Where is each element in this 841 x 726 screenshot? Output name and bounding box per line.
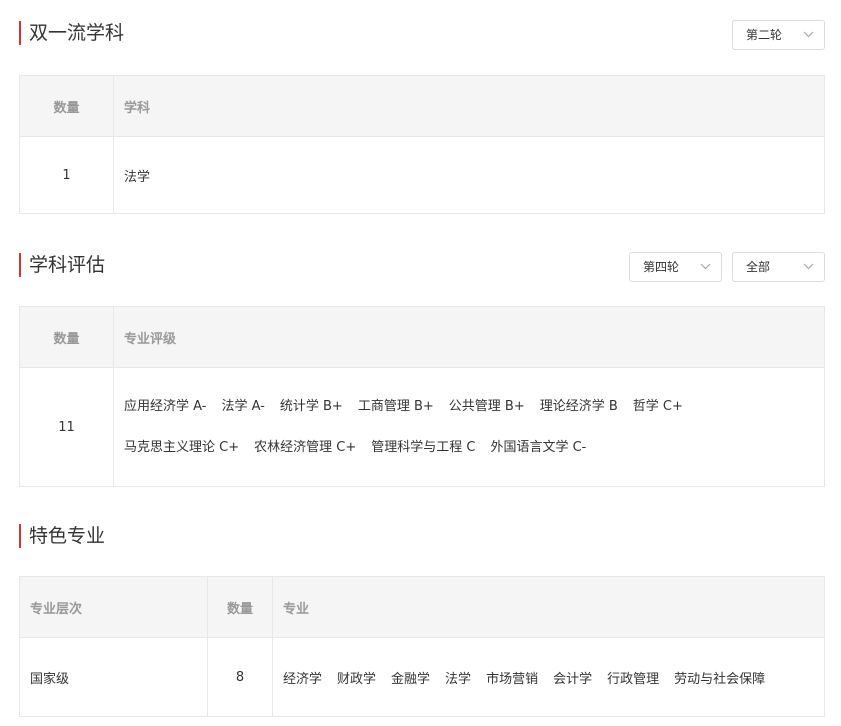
grades-line-2: 马克思主义理论 C+ 农林经济管理 C+ 管理科学与工程 C 外国语言文学 C- xyxy=(124,427,824,468)
grade-tag: 理论经济学 B xyxy=(539,399,618,414)
major-tag: 劳动与社会保障 xyxy=(674,671,766,687)
section-header: 双一流学科 第二轮 xyxy=(19,20,825,50)
round-select-value: 第四轮 xyxy=(643,260,680,274)
section-header: 特色专业 xyxy=(19,523,825,553)
chevron-down-icon xyxy=(803,263,814,270)
grades-cell: 应用经济学 A- 法学 A- 统计学 B+ 工商管理 B+ 公共管理 B+ 理论经济学 B… xyxy=(113,367,825,487)
major-header: 专业 xyxy=(272,576,825,638)
grade-tag: 马克思主义理论 C+ xyxy=(124,440,240,455)
grade-tag: 法学 A- xyxy=(221,399,265,414)
majors-cell: 经济学 财政学 金融学 法学 市场营销 会计学 行政管理 劳动与社会保障 xyxy=(272,637,825,717)
table-header-row: 数量 专业评级 xyxy=(19,306,825,368)
discipline-eval-section: 学科评估 第四轮 全部 数量 专业评级 11 应用经济学 A- 法学 A- 统计学 … xyxy=(19,252,825,487)
double-first-class-table: 数量 学科 1 法学 xyxy=(19,75,825,214)
count-header: 数量 xyxy=(19,306,114,368)
grade-tag: 公共管理 B+ xyxy=(448,399,525,414)
major-tag: 市场营销 xyxy=(486,671,539,687)
table-header-row: 专业层次 数量 专业 xyxy=(19,576,825,638)
section-title: 双一流学科 xyxy=(19,20,124,46)
double-first-class-section: 双一流学科 第二轮 数量 学科 1 法学 xyxy=(19,20,825,214)
round-select[interactable]: 第二轮 xyxy=(732,20,825,50)
major-tag: 金融学 xyxy=(391,671,431,687)
grade-tag: 工商管理 B+ xyxy=(357,399,434,414)
section-header: 学科评估 第四轮 全部 xyxy=(19,252,825,282)
round-select-value: 第二轮 xyxy=(746,28,783,42)
table-row: 1 法学 xyxy=(19,136,825,214)
count-cell: 11 xyxy=(19,367,114,487)
round-select[interactable]: 第四轮 xyxy=(629,252,722,282)
filter-select[interactable]: 全部 xyxy=(732,252,825,282)
subject-cell: 法学 xyxy=(113,136,825,214)
featured-majors-table: 专业层次 数量 专业 国家级 8 经济学 财政学 金融学 法学 市场营销 会计学 行政管理劳… xyxy=(19,576,825,717)
level-header: 专业层次 xyxy=(19,576,208,638)
count-cell: 1 xyxy=(19,136,114,214)
major-tag: 法学 xyxy=(445,671,472,687)
major-tag: 经济学 xyxy=(283,671,323,687)
table-header-row: 数量 学科 xyxy=(19,75,825,137)
grade-tag: 统计学 B+ xyxy=(279,399,343,414)
chevron-down-icon xyxy=(803,31,814,38)
section-title: 学科评估 xyxy=(19,252,105,278)
section-title: 特色专业 xyxy=(19,523,105,549)
grade-tag: 应用经济学 A- xyxy=(124,399,207,414)
count-header: 数量 xyxy=(207,576,273,638)
grade-tag: 外国语言文学 C- xyxy=(490,440,587,455)
grade-tag: 管理科学与工程 C xyxy=(371,440,476,455)
filter-select-value: 全部 xyxy=(746,260,771,274)
grade-tag: 农林经济管理 C+ xyxy=(254,440,357,455)
chevron-down-icon xyxy=(700,263,711,270)
table-row: 国家级 8 经济学 财政学 金融学 法学 市场营销 会计学 行政管理 劳动与社会保障 xyxy=(19,637,825,717)
grade-tag: 哲学 C+ xyxy=(632,399,683,414)
grade-header: 专业评级 xyxy=(113,306,825,368)
count-header: 数量 xyxy=(19,75,114,137)
discipline-eval-table: 数量 专业评级 11 应用经济学 A- 法学 A- 统计学 B+ 工商管理 B+ 公共管… xyxy=(19,306,825,487)
major-tag: 财政学 xyxy=(337,671,377,687)
featured-majors-section: 特色专业 专业层次 数量 专业 国家级 8 经济学 财政学 金融学 法学 市场营销 会计学… xyxy=(19,523,825,717)
table-row: 11 应用经济学 A- 法学 A- 统计学 B+ 工商管理 B+ 公共管理 B+ 理论经济… xyxy=(19,367,825,487)
grades-line-1: 应用经济学 A- 法学 A- 统计学 B+ 工商管理 B+ 公共管理 B+ 理论经济学 B… xyxy=(124,386,824,427)
level-cell: 国家级 xyxy=(19,637,208,717)
subject-header: 学科 xyxy=(113,75,825,137)
count-cell: 8 xyxy=(207,637,273,717)
major-tag: 行政管理 xyxy=(607,671,660,687)
major-tag: 会计学 xyxy=(553,671,593,687)
